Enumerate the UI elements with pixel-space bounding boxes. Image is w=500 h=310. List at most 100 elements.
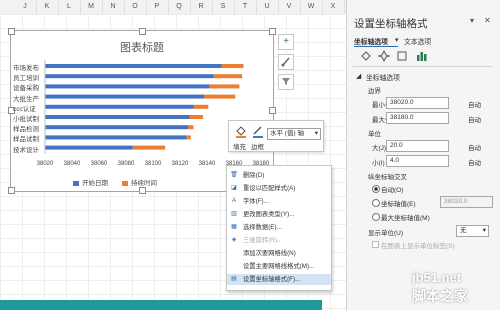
font-icon: A: [231, 198, 236, 204]
major-unit-input[interactable]: 20.0: [386, 140, 449, 152]
bar-duration[interactable]: [209, 84, 240, 89]
tab-axis-options[interactable]: 坐标轴选项: [354, 36, 388, 46]
column-header[interactable]: J: [14, 0, 37, 14]
bar-duration[interactable]: [188, 125, 194, 130]
context-menu-item-label: 重设以匹配样式(A): [243, 185, 296, 192]
legend-swatch-start: [73, 180, 79, 186]
bar-start-date[interactable]: [45, 94, 205, 99]
column-header[interactable]: P: [146, 0, 169, 14]
bar-start-date[interactable]: [45, 125, 189, 130]
cross-label: 纵坐标轴交叉: [368, 174, 407, 181]
chart-styles-button[interactable]: [278, 54, 294, 70]
display-units-label: 显示单位(U): [368, 230, 404, 237]
cross-value-input[interactable]: 38020.0: [440, 196, 493, 208]
display-units-select[interactable]: 无 ▾: [456, 225, 489, 237]
tab-text-options[interactable]: 文本选项: [404, 36, 431, 46]
active-tab-underline: [354, 46, 398, 47]
mini-toolbar: 水平 (值) 轴 ▾ 填充 边框: [228, 120, 324, 152]
context-menu-item[interactable]: 添加次要网格线(N): [227, 248, 331, 259]
bar-start-date[interactable]: [45, 64, 222, 68]
bar-duration[interactable]: [221, 64, 244, 68]
bar-start-date[interactable]: [45, 84, 210, 89]
bar-duration[interactable]: [213, 74, 243, 79]
context-menu-item[interactable]: 设置主要网格线格式(M)...: [227, 261, 331, 272]
chevron-down-icon[interactable]: ▾: [395, 36, 398, 44]
chart-filters-button[interactable]: [278, 74, 294, 90]
border-label[interactable]: 边框: [251, 141, 264, 151]
value-axis-tick-label: 38020: [36, 161, 54, 167]
bar-duration[interactable]: [132, 145, 166, 150]
context-menu-item[interactable]: 🗑 删除(D): [227, 170, 331, 181]
axis-options-icon[interactable]: [416, 50, 428, 62]
chevron-down-icon[interactable]: ◢: [356, 72, 361, 80]
bar-start-date[interactable]: [45, 135, 187, 140]
column-header[interactable]: Q: [168, 0, 191, 14]
min-auto-button[interactable]: 自动: [468, 99, 481, 109]
bar-start-date[interactable]: [45, 74, 214, 79]
show-units-checkbox[interactable]: [372, 241, 379, 248]
cross-max-label: 最大坐标轴值(M): [381, 215, 430, 222]
column-header[interactable]: O: [124, 0, 147, 14]
size-properties-icon[interactable]: [396, 50, 408, 62]
cross-max-radio[interactable]: [372, 213, 380, 221]
max-auto-button[interactable]: 自动: [468, 114, 481, 124]
chevron-down-icon[interactable]: ▾: [470, 16, 474, 25]
bar-start-date[interactable]: [45, 145, 133, 150]
bar-start-date[interactable]: [45, 115, 190, 119]
bar-duration[interactable]: [204, 94, 236, 99]
context-menu-item-label: 三维旋转(R)...: [243, 237, 283, 244]
context-menu-item-label: 设置坐标轴格式(F)...: [243, 276, 301, 283]
section-axis-options[interactable]: 坐标轴选项: [366, 72, 400, 82]
context-menu-item-label: 选择数据(E)...: [243, 224, 282, 231]
context-menu-item[interactable]: ▥ 更改图表类型(Y)...: [227, 209, 331, 220]
cross-value-radio[interactable]: [372, 199, 380, 207]
fill-bucket-icon[interactable]: [234, 124, 248, 138]
chart-elements-button[interactable]: +: [278, 34, 294, 50]
brush-icon: [281, 57, 290, 67]
value-axis-tick-label: 38140: [198, 161, 216, 167]
cross-auto-radio[interactable]: [372, 185, 380, 193]
chart-legend[interactable]: 开始日期 持续时间: [73, 177, 157, 187]
value-axis-tick-label: 38080: [117, 161, 135, 167]
context-menu-item[interactable]: ◪ 重设以匹配样式(A): [227, 183, 331, 194]
column-header[interactable]: W: [300, 0, 323, 14]
filter-icon: [282, 78, 290, 85]
context-menu-item-label: 删除(D): [243, 172, 265, 179]
column-header[interactable]: T: [234, 0, 257, 14]
max-bound-input[interactable]: 38180.0: [386, 112, 449, 124]
column-header[interactable]: R: [190, 0, 213, 14]
column-header[interactable]: K: [36, 0, 59, 14]
reset-style-icon: ◪: [231, 185, 237, 191]
column-header[interactable]: V: [278, 0, 301, 14]
plus-icon: +: [283, 36, 289, 47]
value-axis-tick-label: 38040: [63, 161, 81, 167]
effects-icon[interactable]: [378, 50, 390, 62]
context-menu-item[interactable]: A 字体(F)...: [227, 196, 331, 207]
minor-unit-input[interactable]: 4.0: [386, 155, 449, 167]
outline-pen-icon[interactable]: [251, 124, 265, 138]
column-header[interactable]: L: [58, 0, 81, 14]
fill-line-icon[interactable]: [360, 50, 372, 62]
value-axis-tick-label: 38060: [90, 161, 108, 167]
context-menu-item[interactable]: ▤ 设置坐标轴格式(F)...: [227, 274, 331, 285]
major-auto-button[interactable]: 自动: [468, 142, 481, 152]
bar-start-date[interactable]: [45, 104, 194, 109]
column-header[interactable]: M: [80, 0, 103, 14]
column-header[interactable]: N: [102, 0, 125, 14]
close-icon[interactable]: ✕: [484, 16, 491, 25]
min-bound-input[interactable]: 38020.0: [386, 97, 449, 109]
column-header[interactable]: U: [256, 0, 279, 14]
column-header[interactable]: X: [322, 0, 345, 14]
bar-duration[interactable]: [189, 115, 203, 119]
fill-label[interactable]: 填充: [233, 141, 246, 151]
minor-auto-button[interactable]: 自动: [468, 157, 481, 167]
column-header[interactable]: S: [212, 0, 235, 14]
bar-duration[interactable]: [193, 104, 209, 109]
legend-item-start: 开始日期: [73, 177, 108, 187]
bounds-label: 边界: [368, 88, 381, 95]
pane-title: 设置坐标轴格式: [354, 18, 428, 30]
axis-select-dropdown[interactable]: 水平 (值) 轴 ▾: [267, 128, 321, 140]
bar-duration[interactable]: [186, 135, 191, 140]
context-menu-item[interactable]: ▦ 选择数据(E)...: [227, 222, 331, 233]
chevron-down-icon: ▾: [314, 130, 318, 137]
